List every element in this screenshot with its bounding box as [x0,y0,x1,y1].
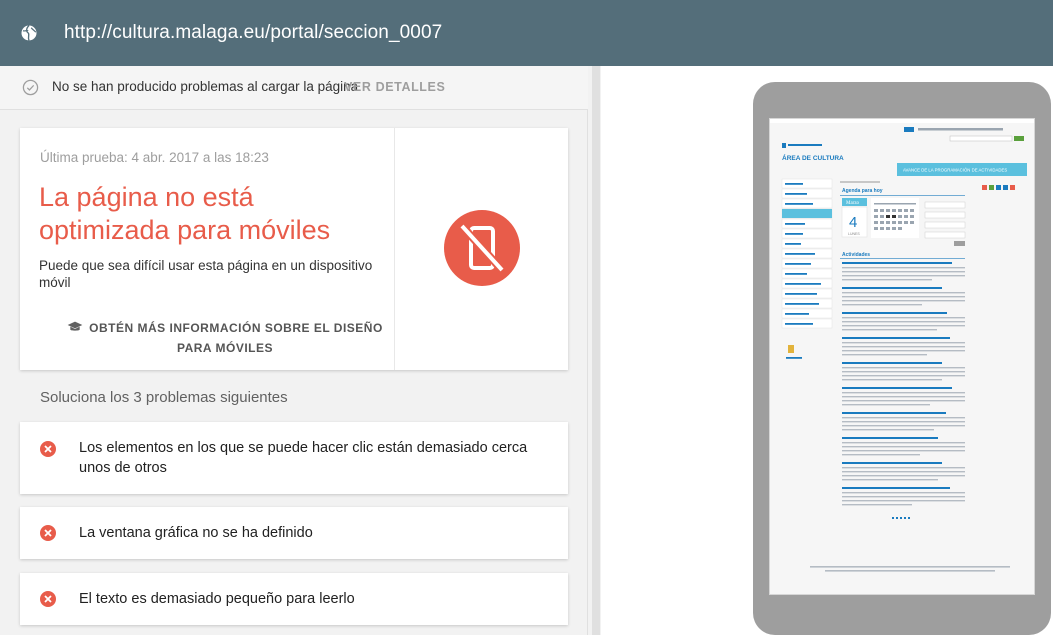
graduation-cap-icon [67,321,83,331]
result-card: Última prueba: 4 abr. 2017 a las 18:23 L… [20,128,568,370]
learn-more-text: OBTÉN MÁS INFORMACIÓN SOBRE EL DISEÑO PA… [89,321,383,355]
page-preview[interactable]: ÁREA DE CULTURA AVANCE DE LA PROGRAMACIÓ… [769,118,1035,595]
page-preview-render: ÁREA DE CULTURA AVANCE DE LA PROGRAMACIÓ… [770,119,1034,594]
url-bar: http://cultura.malaga.eu/portal/seccion_… [0,0,1053,66]
preview-banner: AVANCE DE LA PROGRAMACIÓN DE ACTIVIDADES [903,168,1007,173]
preview-month: Marzo [846,201,860,206]
load-status-bar: No se han producido problemas al cargar … [0,66,588,110]
card-divider [394,128,395,370]
issue-label: La ventana gráfica no se ha definido [79,525,313,541]
learn-more-link[interactable]: OBTÉN MÁS INFORMACIÓN SOBRE EL DISEÑO PA… [60,318,390,358]
last-test-date: Última prueba: 4 abr. 2017 a las 18:23 [40,150,269,165]
issue-label: Los elementos en los que se puede hacer … [79,440,528,476]
preview-site-title: ÁREA DE CULTURA [782,153,844,162]
view-details-link[interactable]: VER DETALLES [344,80,445,94]
error-icon [40,591,56,607]
not-mobile-friendly-icon [444,210,520,286]
issue-item[interactable]: La ventana gráfica no se ha definido [20,507,568,559]
issue-item[interactable]: Los elementos en los que se puede hacer … [20,422,568,494]
preview-agenda-title: Agenda para hoy [842,188,883,194]
check-circle-icon [22,79,39,96]
preview-day: 4 [849,214,857,231]
error-icon [40,441,56,457]
preview-activities-heading: Actividades [842,252,870,258]
load-status-text: No se han producido problemas al cargar … [52,79,359,94]
issue-label: El texto es demasiado pequeño para leerl… [79,591,355,607]
error-icon [40,525,56,541]
preview-weekday: LUNES [848,232,860,236]
page-url: http://cultura.malaga.eu/portal/seccion_… [64,22,443,43]
result-title: La página no está optimizada para móvile… [39,182,331,245]
scrollbar[interactable] [592,66,600,635]
globe-icon [21,25,37,41]
issue-item[interactable]: El texto es demasiado pequeño para leerl… [20,573,568,625]
problems-heading: Soluciona los 3 problemas siguientes [40,389,288,406]
result-description: Puede que sea difícil usar esta página e… [39,258,373,290]
